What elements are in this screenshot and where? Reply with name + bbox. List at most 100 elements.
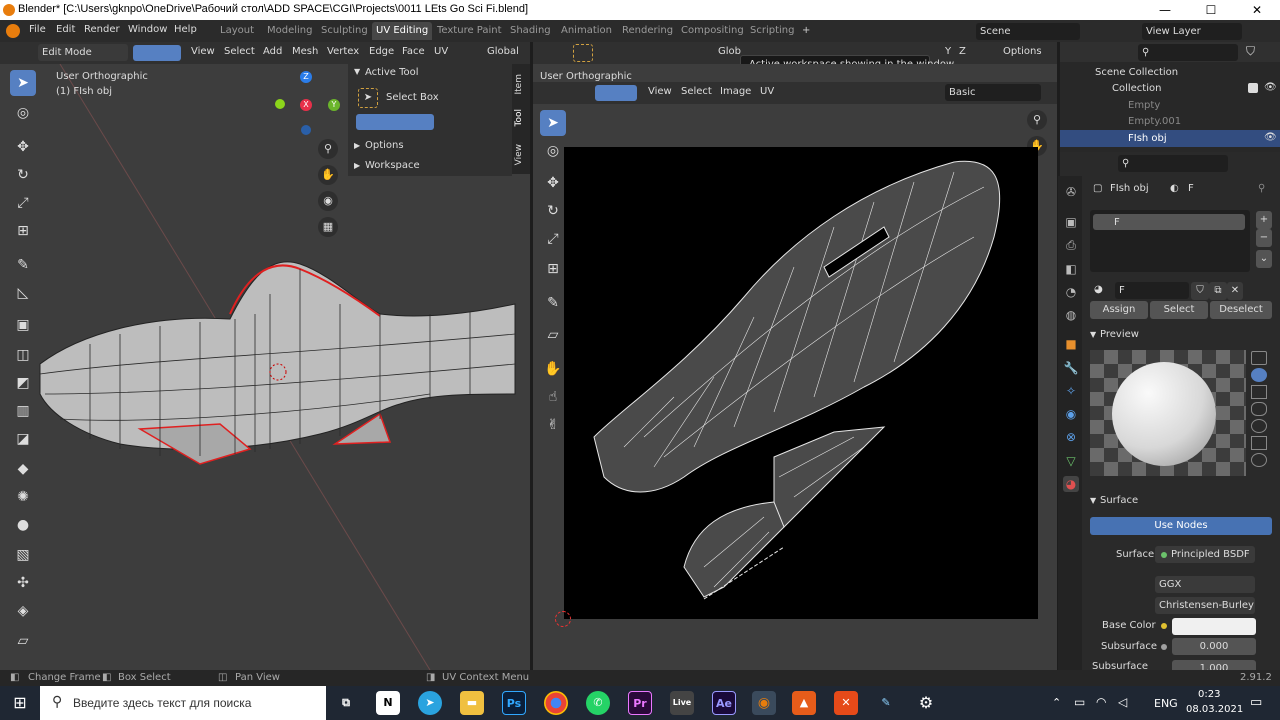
select-box-tool-icon[interactable]: ➤	[10, 70, 36, 96]
workspace-label[interactable]: Workspace	[365, 160, 420, 171]
paint-app-icon[interactable]: ✎	[874, 691, 898, 715]
language-indicator[interactable]: ENG	[1154, 697, 1178, 710]
material-browse-icon[interactable]: ◕	[1094, 284, 1103, 295]
collection-visibility-icon[interactable]: 👁	[1264, 82, 1277, 93]
scale-tool-icon[interactable]: ⤢	[10, 190, 36, 216]
x-app-icon[interactable]: ✕	[834, 691, 858, 715]
uv-2d-cursor-icon[interactable]	[555, 611, 571, 627]
options-chevron-icon[interactable]: ▶	[354, 141, 360, 150]
extrude-tool-icon[interactable]: ▣	[10, 312, 36, 338]
view-layer-props-icon[interactable]: ◧	[1063, 261, 1079, 277]
preview-monkey-icon[interactable]	[1251, 419, 1267, 433]
outliner-item-fish-selected[interactable]	[1060, 130, 1280, 147]
uv-rotate-icon[interactable]: ↻	[540, 198, 566, 224]
tab-scripting[interactable]: Scripting	[746, 22, 798, 40]
outliner-search-field[interactable]: ⚲	[1138, 44, 1238, 61]
bevel-tool-icon[interactable]: ◩	[10, 370, 36, 396]
close-button[interactable]: ✕	[1234, 0, 1280, 20]
material-slot-list[interactable]: F	[1090, 210, 1250, 272]
uv-annotate-icon[interactable]: ✎	[540, 290, 566, 316]
deselect-button[interactable]: Deselect	[1210, 301, 1272, 319]
maximize-button[interactable]: ☐	[1188, 0, 1234, 20]
select-box-icon[interactable]: ➤	[358, 88, 378, 108]
tab-uv-editing[interactable]: UV Editing	[372, 22, 433, 40]
cursor-tool-icon[interactable]: ◎	[10, 100, 36, 126]
scene-selector[interactable]: Scene	[976, 23, 1080, 40]
uv-relax-icon[interactable]: ☝	[540, 384, 566, 410]
particles-props-icon[interactable]: ✧	[1063, 383, 1079, 399]
tab-shading[interactable]: Shading	[506, 22, 555, 40]
data-props-icon[interactable]: ▽	[1063, 453, 1079, 469]
preview-world-icon[interactable]	[1251, 453, 1267, 467]
pan-hand-icon[interactable]: ✋	[318, 165, 338, 185]
fake-user-icon[interactable]: ⛉	[1191, 282, 1209, 300]
viewport-3d[interactable]: User Orthographic (1) FIsh obj Z X Y ⚲ ✋…	[0, 64, 530, 670]
live-app-icon[interactable]: Live	[670, 691, 694, 715]
fire-app-icon[interactable]: ▲	[792, 691, 816, 715]
tray-chevron-icon[interactable]: ⌃	[1052, 696, 1061, 709]
wifi-icon[interactable]: ◠	[1096, 695, 1106, 709]
select-button[interactable]: Select	[1150, 301, 1208, 319]
poly-build-tool-icon[interactable]: ◆	[10, 456, 36, 482]
gizmo-y-axis[interactable]: Y	[328, 99, 340, 111]
taskbar-search-box[interactable]: ⚲ Введите здесь текст для поиска	[40, 686, 326, 720]
volume-icon[interactable]: ◁	[1118, 695, 1127, 709]
annotate-tool-icon[interactable]: ✎	[10, 252, 36, 278]
tab-layout[interactable]: Layout	[216, 22, 258, 40]
world-props-icon[interactable]: ◍	[1063, 307, 1079, 323]
subsurface-value[interactable]: 0.000	[1172, 638, 1256, 655]
tool-props-icon[interactable]: ✇	[1063, 184, 1079, 200]
telegram-app-icon[interactable]: ➤	[418, 691, 442, 715]
shear-tool-icon[interactable]: ◈	[10, 598, 36, 624]
surface-chevron-icon[interactable]: ▼	[1090, 496, 1096, 505]
preview-sphere-icon[interactable]	[1251, 368, 1267, 382]
notion-app-icon[interactable]: N	[376, 691, 400, 715]
collapse-icon[interactable]: ▼	[354, 67, 360, 76]
base-color-swatch[interactable]	[1172, 618, 1256, 635]
menu-edit[interactable]: Edit	[56, 24, 75, 35]
use-nodes-button[interactable]: Use Nodes	[1090, 517, 1272, 535]
uv-options-dropdown[interactable]: Options	[1003, 46, 1042, 57]
uv-axis-y[interactable]: Y	[945, 46, 951, 57]
tab-sculpting[interactable]: Sculpting	[317, 22, 372, 40]
material-props-icon[interactable]: ◕	[1063, 476, 1079, 492]
zoom-icon[interactable]: ⚲	[318, 139, 338, 159]
uv-cursor-icon[interactable]: ◎	[540, 138, 566, 164]
shrink-tool-icon[interactable]: ✣	[10, 570, 36, 596]
view-layer-selector[interactable]: View Layer	[1142, 23, 1242, 40]
distribution-dropdown[interactable]: GGX	[1155, 576, 1255, 593]
vp-menu-mesh[interactable]: Mesh	[292, 46, 318, 57]
filter-icon[interactable]: ⛉	[1246, 44, 1255, 59]
smooth-tool-icon[interactable]: ●	[10, 512, 36, 538]
loop-cut-tool-icon[interactable]: ▥	[10, 398, 36, 424]
gizmo-x-axis[interactable]: X	[300, 99, 312, 111]
surface-label[interactable]: Surface	[1100, 495, 1138, 506]
edge-slide-tool-icon[interactable]: ▧	[10, 542, 36, 568]
surface-shader-field[interactable]: Principled BSDF	[1155, 546, 1255, 563]
duplicate-material-icon[interactable]: ⧉	[1209, 282, 1227, 300]
physics-props-icon[interactable]: ◉	[1063, 406, 1079, 422]
tab-texture-paint[interactable]: Texture Paint	[433, 22, 506, 40]
vp-menu-view[interactable]: View	[191, 46, 215, 57]
inset-tool-icon[interactable]: ◫	[10, 342, 36, 368]
uv-display-dropdown[interactable]: Basic	[945, 84, 1041, 101]
measure-tool-icon[interactable]: ◺	[10, 280, 36, 306]
modifier-props-icon[interactable]: 🔧	[1063, 360, 1079, 376]
settings-gear-icon[interactable]: ⚙	[914, 691, 938, 715]
properties-search-field[interactable]: ⚲	[1118, 155, 1228, 172]
menu-help[interactable]: Help	[174, 24, 197, 35]
gizmo-neg-y[interactable]	[275, 99, 285, 109]
unlink-material-icon[interactable]: ✕	[1227, 282, 1243, 300]
output-props-icon[interactable]: ⎙	[1063, 237, 1079, 253]
remove-slot-button[interactable]: −	[1256, 229, 1272, 247]
outliner-item-empty-001[interactable]: Empty.001	[1128, 116, 1181, 127]
subsurface-method-dropdown[interactable]: Christensen-Burley	[1155, 597, 1255, 614]
tab-rendering[interactable]: Rendering	[618, 22, 677, 40]
rotate-tool-icon[interactable]: ↻	[10, 162, 36, 188]
uv-rip-icon[interactable]: ▱	[540, 322, 566, 348]
slot-menu-button[interactable]: ⌄	[1256, 250, 1272, 268]
uv-menu-select[interactable]: Select	[681, 86, 712, 97]
menu-render[interactable]: Render	[84, 24, 120, 35]
vp-menu-edge[interactable]: Edge	[369, 46, 394, 57]
minimize-button[interactable]: —	[1142, 0, 1188, 20]
